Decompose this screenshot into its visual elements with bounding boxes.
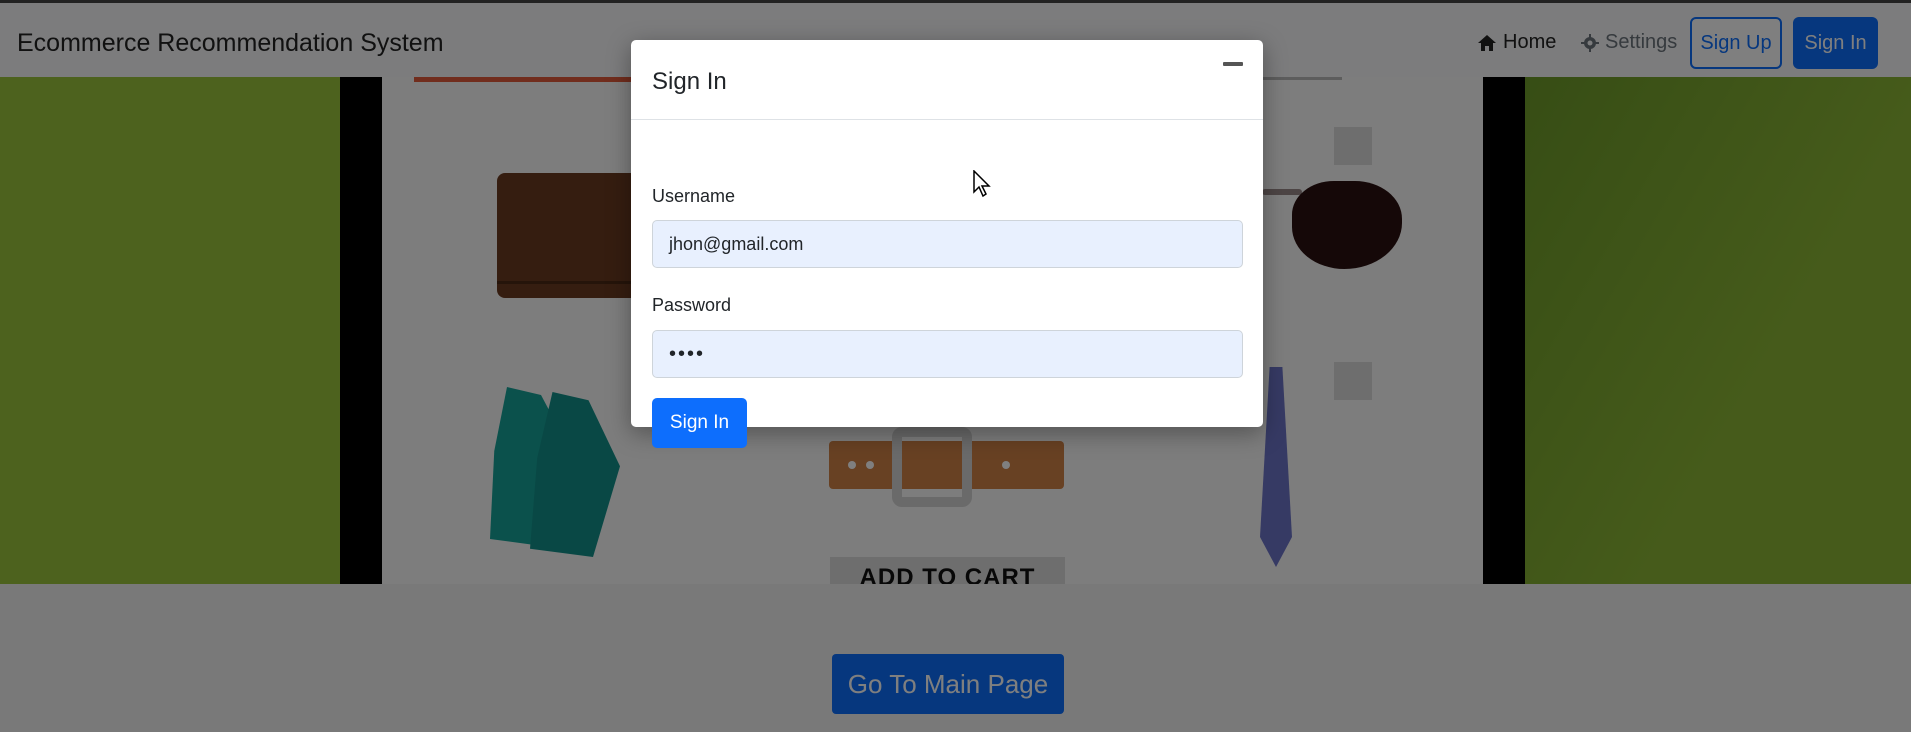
signin-modal: Sign In Username jhon@gmail.com Password… xyxy=(631,40,1263,448)
signin-submit-button[interactable]: Sign In xyxy=(652,398,747,448)
username-input[interactable]: jhon@gmail.com xyxy=(652,220,1243,268)
password-input[interactable]: •••• xyxy=(652,330,1243,378)
mouse-cursor-icon xyxy=(973,170,991,198)
minimize-icon[interactable] xyxy=(1223,62,1243,66)
modal-title: Sign In xyxy=(652,68,727,95)
username-label: Username xyxy=(652,186,736,206)
password-label: Password xyxy=(652,295,732,315)
modal-header: Sign In xyxy=(631,40,1263,120)
